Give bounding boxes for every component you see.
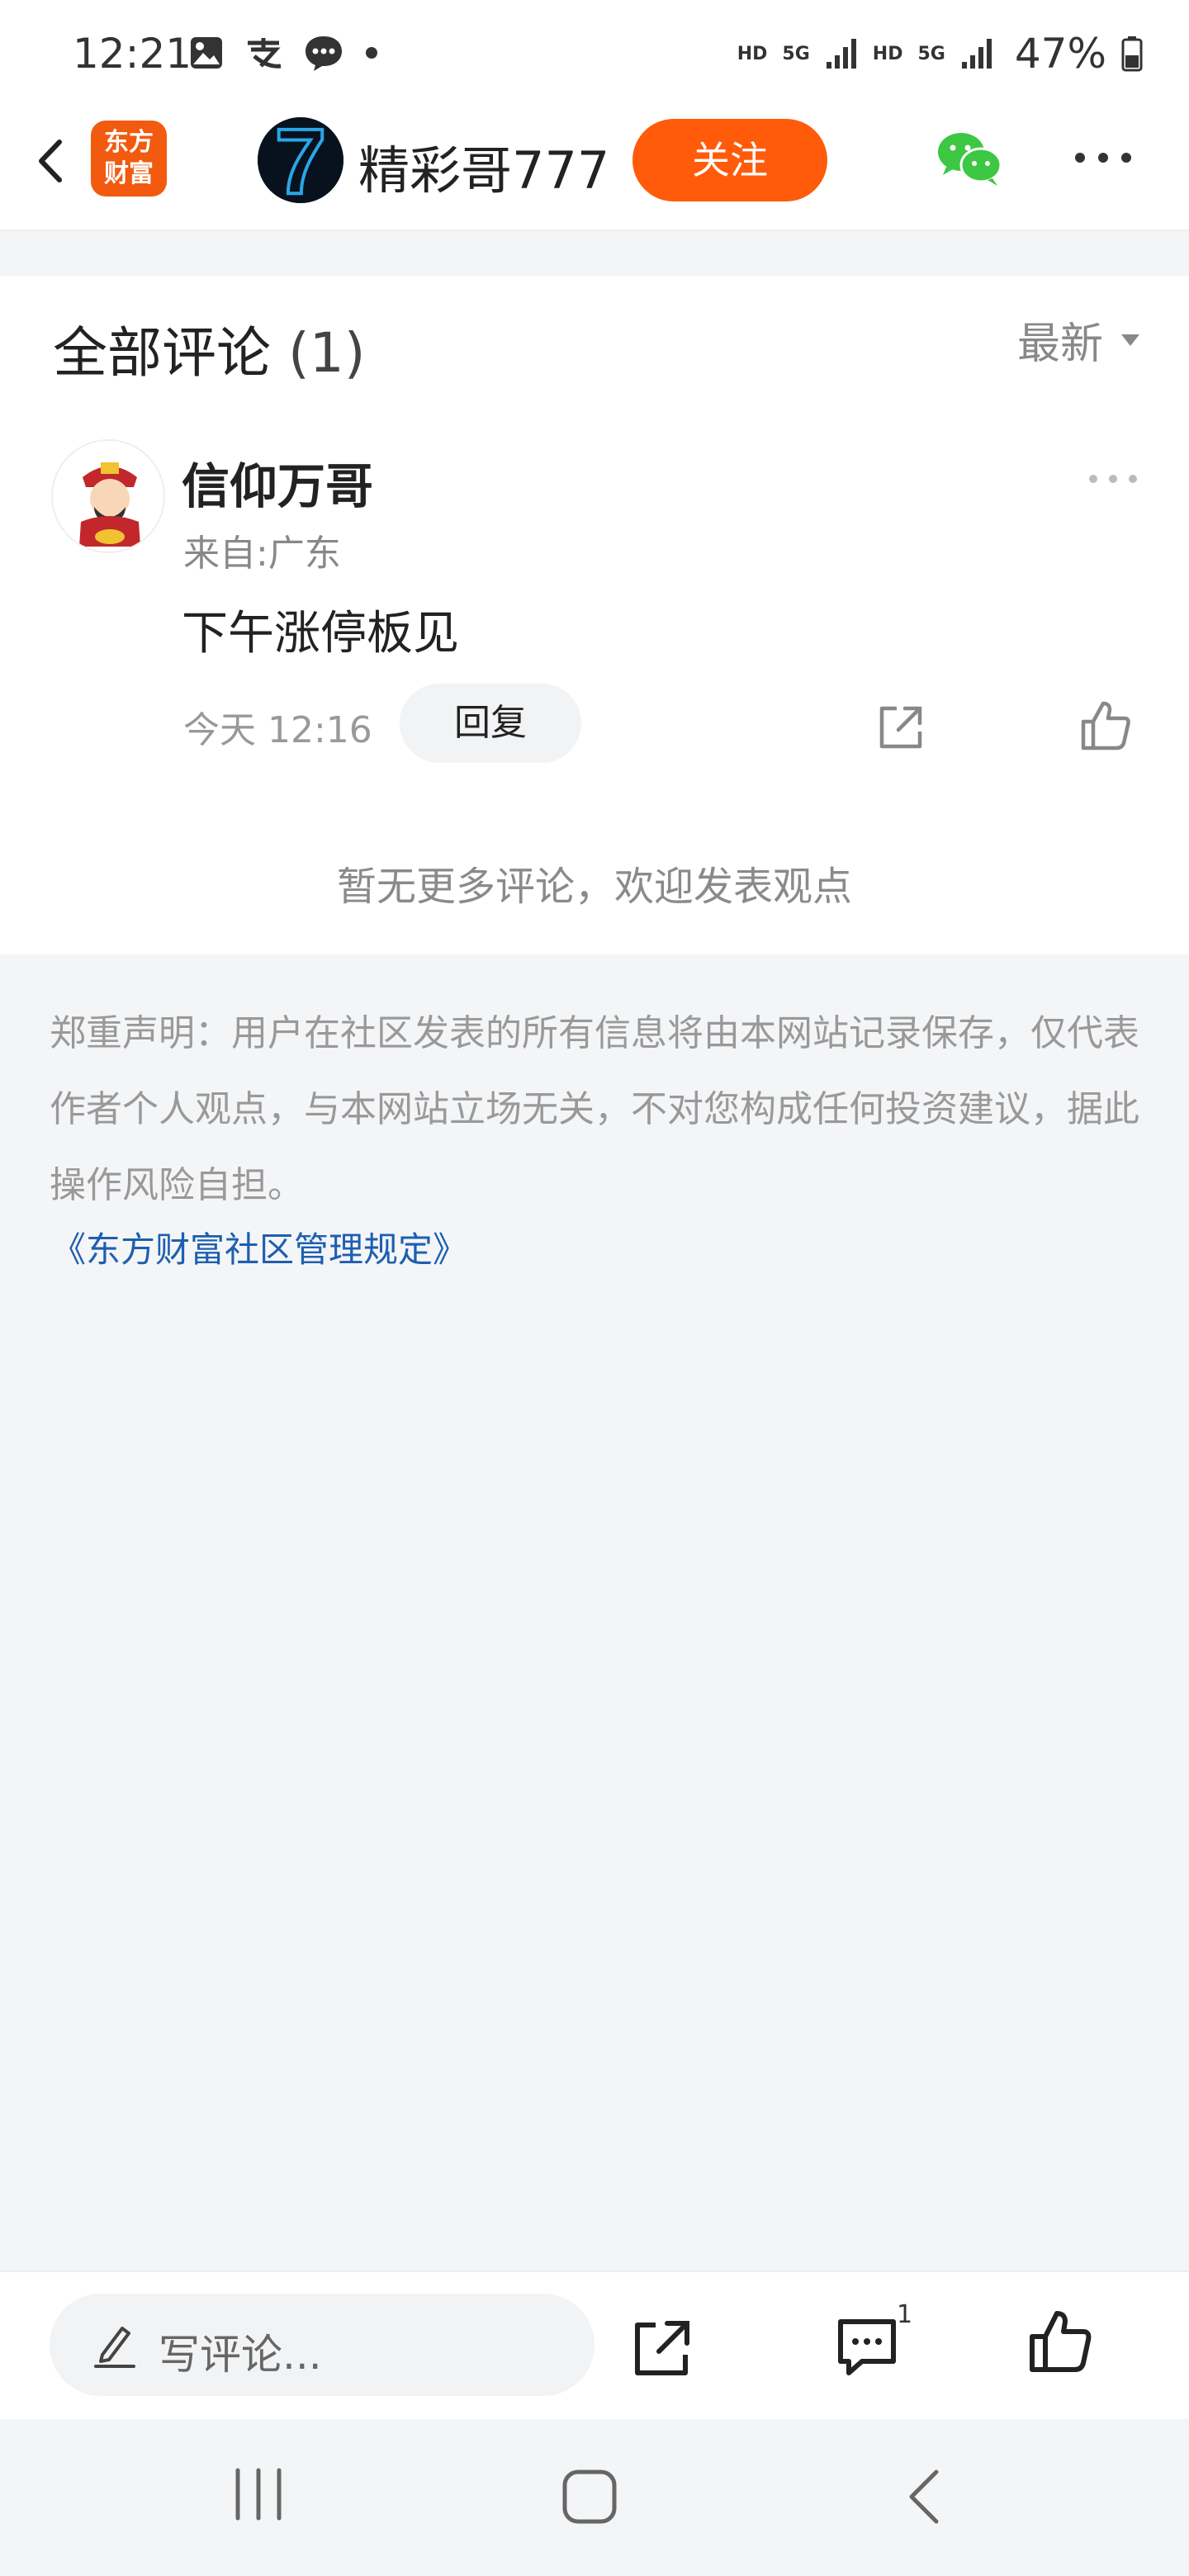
app-logo-line2: 财富 bbox=[104, 159, 154, 188]
comment-icon[interactable] bbox=[832, 2312, 902, 2381]
alipay-icon bbox=[248, 38, 282, 69]
comments-title: 全部评论 (1) bbox=[53, 309, 365, 388]
gallery-icon bbox=[191, 37, 222, 69]
author-avatar[interactable]: 7 bbox=[258, 117, 343, 203]
comment-item: 信仰万哥 来自:广东 下午涨停板见 今天 12:16 回复 bbox=[0, 438, 1189, 801]
comment-like-icon[interactable] bbox=[1078, 698, 1133, 753]
signal-icon bbox=[826, 39, 856, 69]
disclaimer-text: 郑重声明：用户在社区发表的所有信息将由本网站记录保存，仅代表作者个人观点，与本网… bbox=[50, 1012, 1139, 1206]
section-divider bbox=[0, 239, 1189, 274]
system-nav-bar bbox=[0, 2419, 1189, 2576]
commenter-location: 来自:广东 bbox=[183, 533, 341, 575]
header: 东方 财富 7 精彩哥777 关注 bbox=[0, 107, 1189, 231]
network-tag-2: HD bbox=[872, 43, 903, 64]
comment-content: 下午涨停板见 bbox=[182, 607, 459, 661]
dot-icon bbox=[366, 47, 377, 59]
comment-more-icon[interactable] bbox=[1087, 471, 1139, 487]
home-icon[interactable] bbox=[560, 2467, 619, 2526]
message-icon bbox=[306, 36, 342, 71]
more-icon[interactable] bbox=[1070, 145, 1136, 170]
battery-icon bbox=[1121, 36, 1143, 72]
signal-icon-2 bbox=[961, 39, 992, 69]
comment-time: 今天 12:16 bbox=[183, 709, 372, 751]
battery-percent: 47% bbox=[1014, 30, 1106, 78]
app-logo[interactable]: 东方 财富 bbox=[91, 121, 167, 197]
commenter-avatar[interactable] bbox=[51, 439, 165, 553]
comments-count: (1) bbox=[287, 321, 366, 385]
community-rules-link[interactable]: 《东方财富社区管理规定》 bbox=[51, 1222, 467, 1272]
status-indicators: HD 5G HD 5G 47% bbox=[737, 30, 1143, 78]
reply-button[interactable]: 回复 bbox=[400, 684, 581, 763]
back-icon[interactable] bbox=[23, 132, 81, 190]
nav-back-icon[interactable] bbox=[903, 2467, 945, 2526]
screen: 12:21 HD 5G HD 5G 47% 东方 财富 7 精彩哥777 关注 … bbox=[0, 0, 1189, 2576]
commenter-name[interactable]: 信仰万哥 bbox=[182, 447, 373, 517]
comments-section: 全部评论 (1) 最新 信仰万哥 来自:广东 下午涨停板见 今天 12:16 回… bbox=[0, 276, 1189, 954]
comment-share-icon[interactable] bbox=[875, 702, 926, 753]
app-logo-line1: 东方 bbox=[104, 128, 154, 157]
network-gen-2: 5G bbox=[917, 43, 945, 64]
sort-dropdown[interactable]: 最新 bbox=[1017, 309, 1141, 371]
share-icon[interactable] bbox=[629, 2315, 695, 2381]
follow-button[interactable]: 关注 bbox=[632, 119, 827, 201]
no-more-comments: 暂无更多评论，欢迎发表观点 bbox=[336, 864, 852, 910]
network-tag-1: HD bbox=[737, 43, 768, 64]
author-avatar-image: 7 bbox=[258, 117, 343, 203]
status-bar: 12:21 HD 5G HD 5G 47% bbox=[0, 0, 1189, 107]
sort-label: 最新 bbox=[1016, 320, 1103, 369]
avatar-glyph: 7 bbox=[275, 117, 326, 203]
status-time: 12:21 bbox=[73, 30, 192, 78]
comment-placeholder: 写评论... bbox=[159, 2331, 322, 2379]
like-icon[interactable] bbox=[1026, 2307, 1095, 2376]
pen-icon bbox=[94, 2327, 135, 2368]
triangle-down-icon bbox=[1121, 334, 1139, 346]
notification-icons bbox=[188, 33, 380, 73]
commenter-avatar-image bbox=[53, 441, 163, 552]
write-comment-input[interactable]: 写评论... bbox=[50, 2294, 594, 2396]
recent-apps-icon[interactable] bbox=[231, 2467, 286, 2522]
author-name[interactable]: 精彩哥777 bbox=[358, 129, 609, 203]
bottom-action-bar: 写评论... 1 bbox=[0, 2271, 1189, 2419]
wechat-share-icon[interactable] bbox=[933, 129, 1006, 188]
comments-title-text: 全部评论 bbox=[53, 321, 271, 385]
comment-count-badge: 1 bbox=[897, 2300, 913, 2329]
network-gen-1: 5G bbox=[782, 43, 810, 64]
